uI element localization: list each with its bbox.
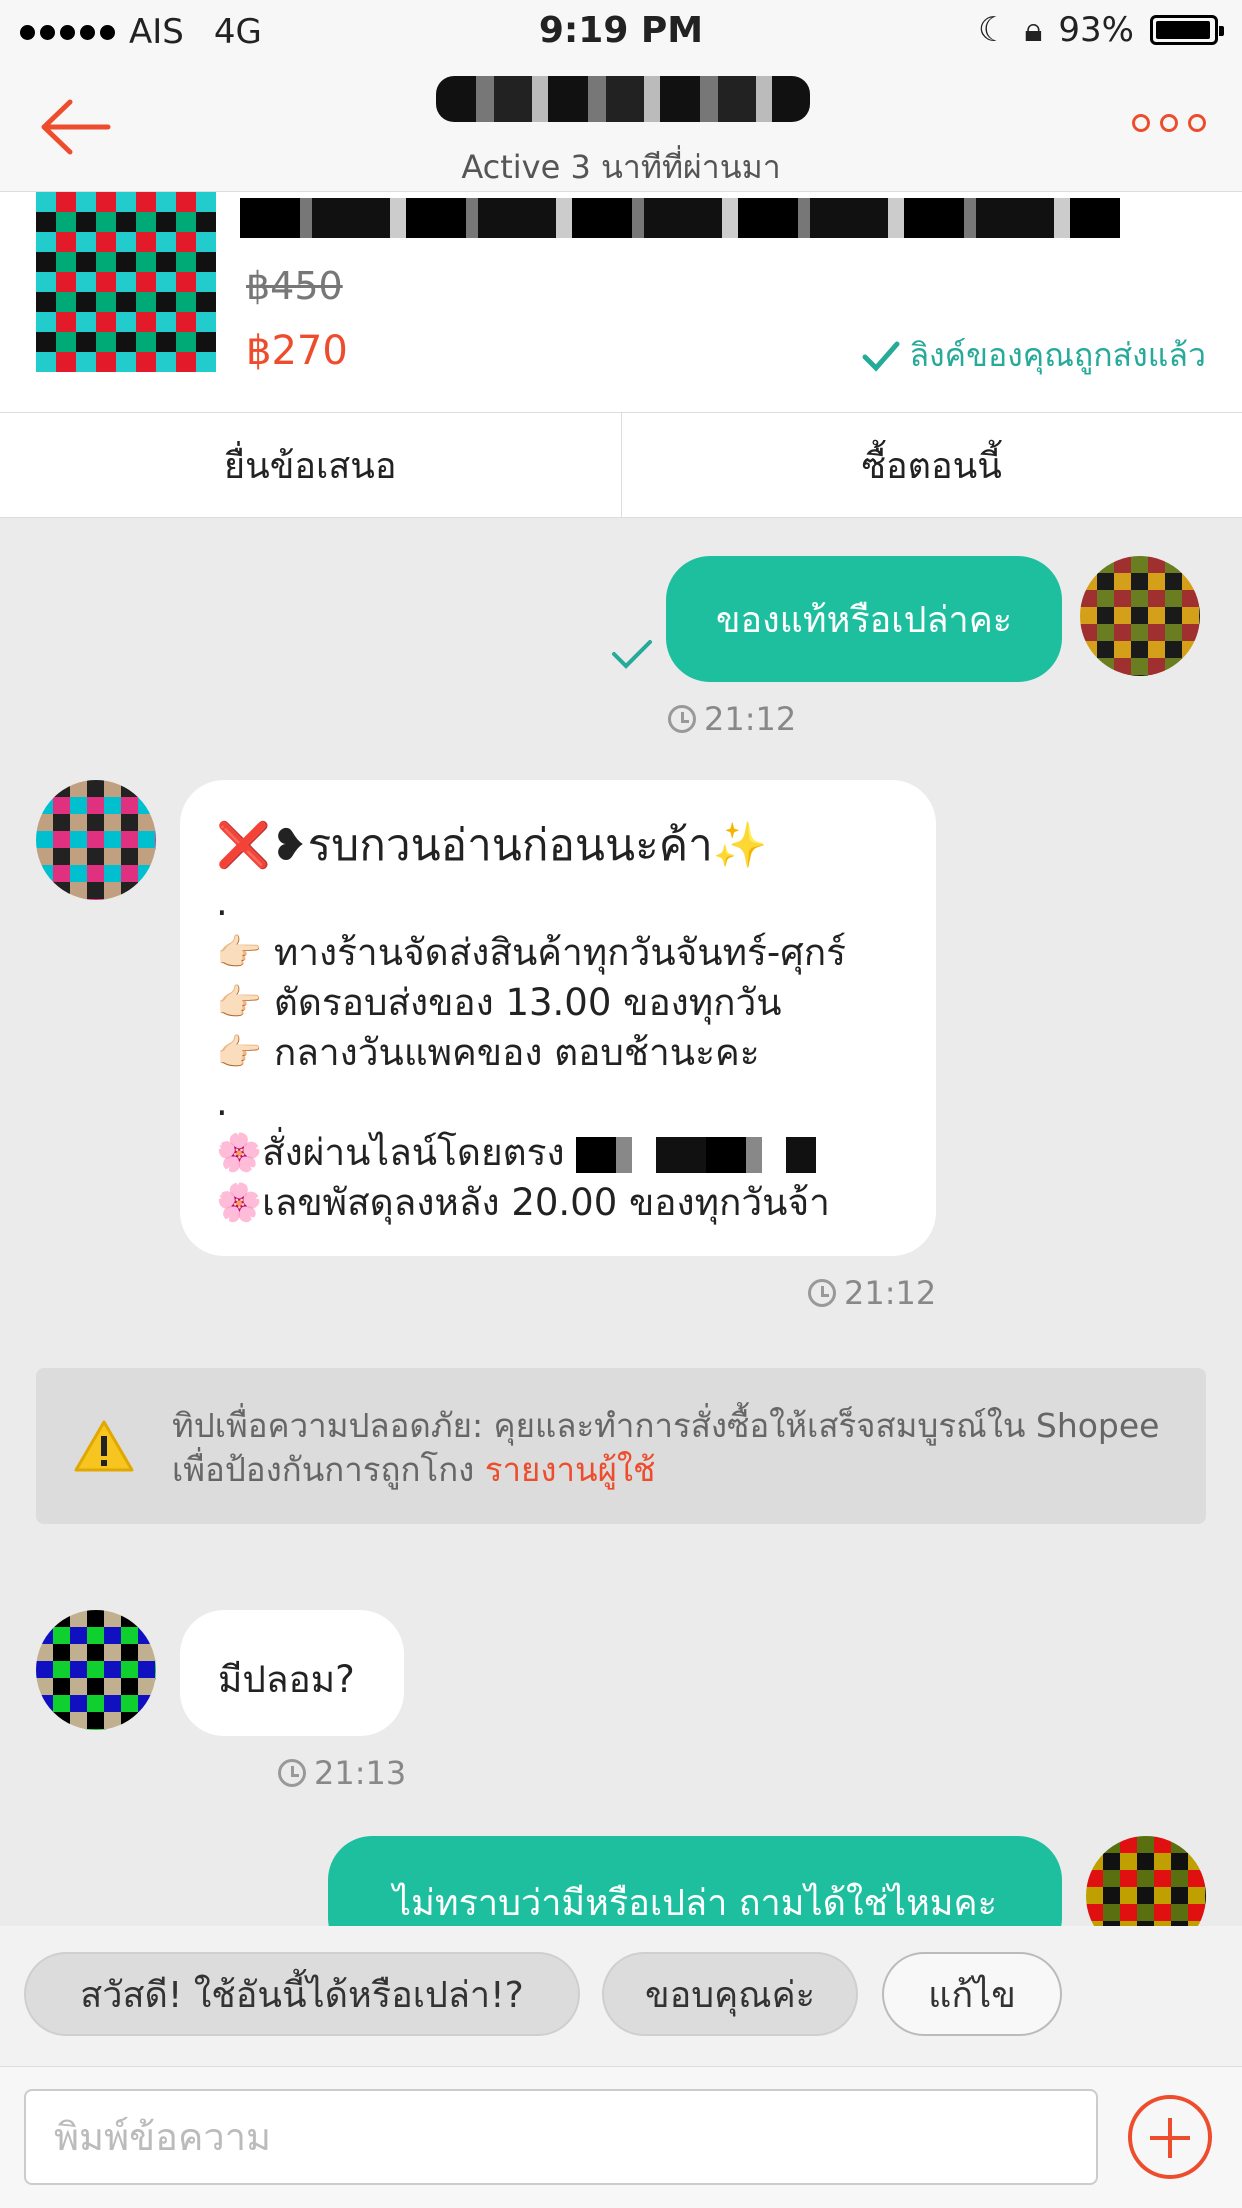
safety-tip-message: ทิปเพื่อความปลอดภัย: คุยและทำการสั่งซื้อ…	[172, 1406, 1160, 1489]
avatar[interactable]	[1086, 1836, 1206, 1926]
product-name-redacted	[240, 198, 1120, 238]
clock-icon	[278, 1759, 306, 1787]
quick-replies-bar: สวัสดี! ใช้อันนี้ได้หรือเปล่า!? ขอบคุณค่…	[0, 1926, 1242, 2066]
message-bubble-incoming[interactable]: ❌❥รบกวนอ่านก่อนนะค้า✨ . 👉🏻 ทางร้านจัดส่ง…	[180, 780, 936, 1256]
message-text: มีปลอม?	[218, 1658, 355, 1701]
avatar[interactable]	[36, 780, 156, 900]
clock-icon	[668, 705, 696, 733]
chat-header: Active 3 นาทีที่ผ่านมา	[0, 62, 1242, 192]
active-status: Active 3 นาทีที่ผ่านมา	[461, 148, 781, 186]
report-user-link[interactable]: รายงานผู้ใช้	[485, 1450, 656, 1489]
battery-icon	[1150, 15, 1224, 45]
message-time: 21:12	[668, 700, 796, 738]
message-bubble-outgoing[interactable]: ไม่ทราบว่ามีหรือเปล่า ถามได้ใช่ไหมคะ	[328, 1836, 1062, 1926]
message-line: 👉🏻 กลางวันแพคของ ตอบช้านะคะ	[216, 1031, 760, 1074]
message-text: ❌❥รบกวนอ่านก่อนนะค้า✨ . 👉🏻 ทางร้านจัดส่ง…	[216, 814, 846, 1228]
message-bubble-incoming[interactable]: มีปลอม?	[180, 1610, 404, 1736]
status-right: ☾ 🔒︎ 93%	[977, 10, 1224, 50]
message-input[interactable]	[24, 2089, 1098, 2185]
sale-price: ฿270	[246, 328, 348, 374]
product-actions: ยื่นข้อเสนอ ซื้อตอนนี้	[0, 412, 1242, 518]
check-icon	[862, 341, 900, 372]
original-price: ฿450	[246, 264, 343, 308]
message-time: 21:13	[278, 1754, 406, 1792]
quick-reply-chip[interactable]: สวัสดี! ใช้อันนี้ได้หรือเปล่า!?	[24, 1952, 580, 2036]
message-time-label: 21:13	[314, 1754, 407, 1792]
status-bar: AIS 4G 9:19 PM ☾ 🔒︎ 93%	[0, 0, 1242, 62]
line-id-redacted	[576, 1136, 817, 1173]
more-options-button[interactable]	[1132, 114, 1206, 132]
message-line: 👉🏻 ตัดรอบส่งของ 13.00 ของทุกวัน	[216, 981, 782, 1024]
message-text: ไม่ทราบว่ามีหรือเปล่า ถามได้ใช่ไหมคะ	[393, 1883, 997, 1924]
message-time-label: 21:12	[704, 700, 797, 738]
message-line: 🌸สั่งผ่านไลน์โดยตรง	[216, 1128, 846, 1178]
product-card[interactable]: ฿450 ฿270 ลิงค์ของคุณถูกส่งแล้ว	[0, 192, 1242, 412]
message-line: ❌❥รบกวนอ่านก่อนนะค้า✨	[216, 820, 768, 871]
message-line: 🌸เลขพัสดุลงหลัง 20.00 ของทุกวันจ้า	[216, 1181, 830, 1224]
clock-icon	[808, 1279, 836, 1307]
make-offer-button[interactable]: ยื่นข้อเสนอ	[0, 413, 622, 517]
safety-tip-text: ทิปเพื่อความปลอดภัย: คุยและทำการสั่งซื้อ…	[172, 1404, 1172, 1492]
message-time-label: 21:12	[844, 1274, 937, 1312]
safety-tip-banner: ทิปเพื่อความปลอดภัย: คุยและทำการสั่งซื้อ…	[36, 1368, 1206, 1524]
message-line-text: 🌸สั่งผ่านไลน์โดยตรง	[216, 1131, 565, 1174]
contact-name-redacted	[436, 76, 810, 122]
product-image	[36, 192, 216, 372]
moon-icon: ☾	[977, 10, 1009, 50]
message-text: ของแท้หรือเปล่าคะ	[715, 599, 1013, 641]
message-line: .	[216, 881, 228, 924]
message-input-bar	[0, 2066, 1242, 2208]
message-time: 21:12	[808, 1274, 936, 1312]
message-bubble-outgoing[interactable]: ของแท้หรือเปล่าคะ	[666, 556, 1062, 682]
avatar[interactable]	[1080, 556, 1200, 676]
link-sent-label: ลิงค์ของคุณถูกส่งแล้ว	[909, 336, 1206, 374]
rotation-lock-icon: 🔒︎	[1024, 10, 1043, 50]
edit-quick-replies-button[interactable]: แก้ไข	[882, 1952, 1062, 2036]
warning-icon	[74, 1420, 134, 1472]
quick-reply-chip[interactable]: ขอบคุณค่ะ	[602, 1952, 858, 2036]
buy-now-button[interactable]: ซื้อตอนนี้	[621, 413, 1242, 517]
battery-percent: 93%	[1058, 10, 1134, 50]
message-line: 👉🏻 ทางร้านจัดส่งสินค้าทุกวันจันทร์-ศุกร์	[216, 931, 846, 974]
read-check-icon	[612, 640, 652, 669]
link-sent-status: ลิงค์ของคุณถูกส่งแล้ว	[861, 330, 1206, 381]
message-clip-area: ไม่ทราบว่ามีหรือเปล่า ถามได้ใช่ไหมคะ	[0, 1830, 1242, 1926]
message-line: .	[216, 1081, 228, 1124]
avatar[interactable]	[36, 1610, 156, 1730]
plus-icon[interactable]	[1128, 2095, 1212, 2179]
